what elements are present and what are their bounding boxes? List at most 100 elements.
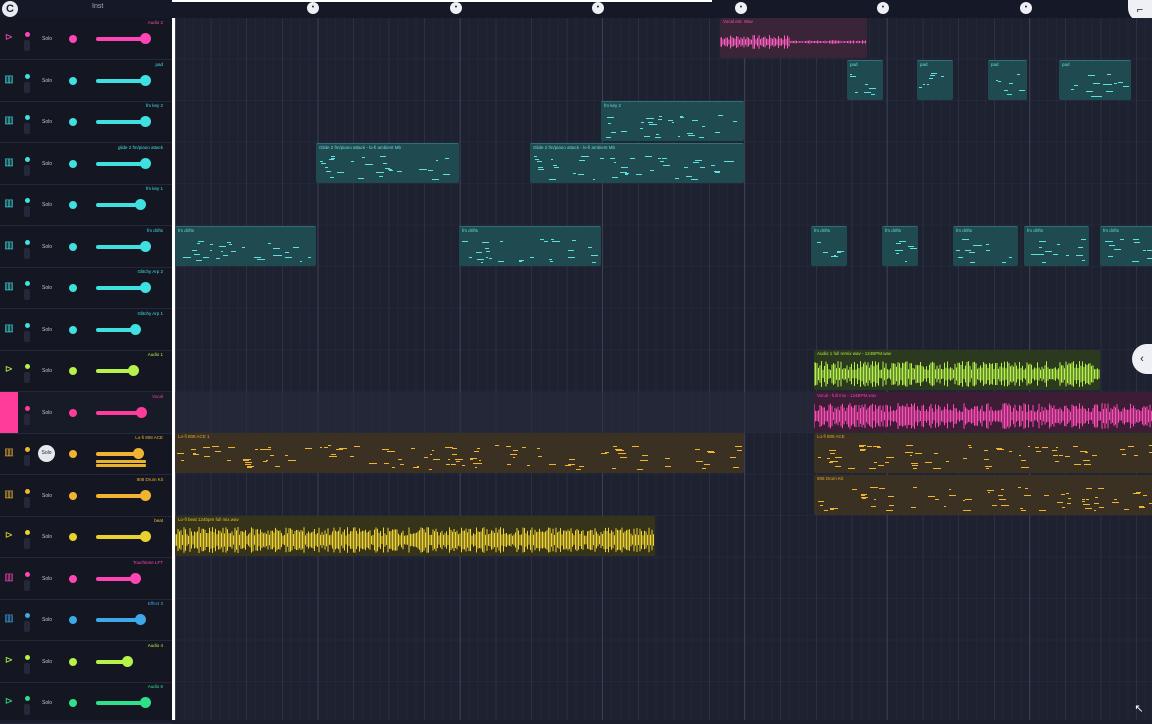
pan-knob[interactable]: [69, 575, 77, 583]
audio-track-icon[interactable]: ⊳: [2, 529, 16, 543]
track-row[interactable]: ▥SoloGlitchy Arp 1: [0, 309, 172, 351]
record-arm-indicator[interactable]: [24, 704, 30, 715]
pan-knob[interactable]: [69, 533, 77, 541]
track-row[interactable]: ▥Sologlide 2 fm/piano attack: [0, 143, 172, 185]
timeline-marker-icon[interactable]: •: [735, 2, 747, 14]
record-arm-indicator[interactable]: [24, 621, 30, 632]
record-arm-indicator[interactable]: [24, 580, 30, 591]
midi-track-icon[interactable]: ▥: [2, 322, 16, 336]
timeline-marker-icon[interactable]: •: [1020, 2, 1032, 14]
track-row[interactable]: ▥SoloTouchtone LFT: [0, 558, 172, 600]
record-arm-indicator[interactable]: [24, 165, 30, 176]
solo-button[interactable]: Solo: [38, 408, 56, 418]
solo-button[interactable]: Solo: [38, 200, 56, 210]
timeline-marker-icon[interactable]: •: [307, 2, 319, 14]
record-arm-indicator[interactable]: [24, 289, 30, 300]
solo-button[interactable]: Solo: [38, 366, 56, 376]
record-arm-indicator[interactable]: [24, 206, 30, 217]
volume-slider-handle[interactable]: [140, 33, 151, 44]
midi-clip[interactable]: fm drifts: [953, 226, 1018, 266]
solo-button[interactable]: Solo: [38, 698, 56, 708]
pan-knob[interactable]: [69, 284, 77, 292]
volume-slider[interactable]: [96, 79, 145, 83]
pan-knob[interactable]: [69, 409, 77, 417]
midi-clip[interactable]: fm drifts: [459, 226, 601, 266]
track-row[interactable]: ▥Solofm key 2: [0, 101, 172, 143]
midi-clip[interactable]: pad: [847, 60, 883, 100]
volume-slider-handle[interactable]: [140, 75, 151, 86]
volume-slider-handle[interactable]: [140, 490, 151, 501]
track-row[interactable]: ▥SoloGlitchy Arp 2: [0, 267, 172, 309]
volume-slider-handle[interactable]: [140, 116, 151, 127]
audio-clip[interactable]: Lo-fi beat 124bpm full mix.wav: [175, 516, 655, 556]
audio-clip[interactable]: Audio 1 full remix wav - 124BPM.wav: [814, 350, 1100, 390]
midi-clip[interactable]: pad: [988, 60, 1027, 100]
audio-track-icon[interactable]: ⊳: [2, 695, 16, 709]
volume-slider-handle[interactable]: [133, 448, 144, 459]
pan-knob[interactable]: [69, 77, 77, 85]
volume-slider[interactable]: [96, 494, 145, 498]
solo-button[interactable]: Solo: [38, 159, 56, 169]
volume-slider-handle[interactable]: [135, 614, 146, 625]
volume-slider-handle[interactable]: [140, 531, 151, 542]
arrow-up-left-icon[interactable]: ↖: [1130, 700, 1148, 718]
midi-clip[interactable]: fm drifts: [811, 226, 847, 266]
volume-slider[interactable]: [96, 120, 145, 124]
audio-track-icon[interactable]: ⊳: [2, 31, 16, 45]
volume-slider[interactable]: [96, 701, 145, 705]
record-arm-indicator[interactable]: [24, 663, 30, 674]
solo-button[interactable]: Solo: [38, 532, 56, 542]
track-row[interactable]: ▥SoloLo-fi 808 ACE: [0, 433, 172, 475]
record-arm-indicator[interactable]: [24, 40, 30, 51]
midi-track-icon[interactable]: ▥: [2, 73, 16, 87]
pan-knob[interactable]: [69, 160, 77, 168]
record-arm-indicator[interactable]: [24, 82, 30, 93]
midi-track-icon[interactable]: ▥: [2, 197, 16, 211]
app-logo-icon[interactable]: C: [2, 1, 18, 17]
record-arm-indicator[interactable]: [24, 123, 30, 134]
solo-button[interactable]: Solo: [38, 574, 56, 584]
audio-track-icon[interactable]: ⊳: [2, 363, 16, 377]
volume-slider-handle[interactable]: [130, 324, 141, 335]
midi-clip[interactable]: fm drifts: [882, 226, 918, 266]
solo-button[interactable]: Solo: [38, 491, 56, 501]
record-arm-indicator[interactable]: [24, 331, 30, 342]
volume-slider-handle[interactable]: [122, 656, 133, 667]
midi-clip[interactable]: fm drifts: [1100, 226, 1152, 266]
track-row[interactable]: ⊳SoloAudio 6: [0, 682, 172, 724]
midi-track-icon[interactable]: ▥: [2, 114, 16, 128]
solo-button[interactable]: Solo: [38, 657, 56, 667]
pan-knob[interactable]: [69, 118, 77, 126]
pan-knob[interactable]: [69, 699, 77, 707]
midi-clip[interactable]: 808 Drum Kit: [814, 475, 1152, 515]
volume-slider-handle[interactable]: [140, 158, 151, 169]
record-arm-indicator[interactable]: [24, 497, 30, 508]
volume-slider[interactable]: [96, 245, 145, 249]
audio-clip[interactable]: Vocal - full mix - 124BPM.wav: [814, 392, 1152, 432]
midi-clip[interactable]: pad: [1059, 60, 1131, 100]
solo-button[interactable]: Solo: [38, 34, 56, 44]
record-arm-indicator[interactable]: [24, 455, 30, 466]
track-row[interactable]: ⊳SoloVocal: [0, 392, 172, 434]
audio-clip[interactable]: Vocal ent. Wav: [720, 18, 867, 58]
midi-clip[interactable]: Glide 2 fm/piano attack - lo-fi ambient …: [316, 143, 459, 183]
volume-slider[interactable]: [96, 535, 145, 539]
solo-button[interactable]: Solo: [38, 283, 56, 293]
solo-button[interactable]: Solo: [38, 325, 56, 335]
midi-track-icon[interactable]: ▥: [2, 280, 16, 294]
volume-slider-handle[interactable]: [135, 199, 146, 210]
volume-slider[interactable]: [96, 411, 141, 415]
midi-track-icon[interactable]: ▥: [2, 156, 16, 170]
track-row[interactable]: ⊳SoloAudio 2: [0, 18, 172, 60]
track-row[interactable]: ▥Solofm key 1: [0, 184, 172, 226]
midi-track-icon[interactable]: ▥: [2, 612, 16, 626]
track-row[interactable]: ⊳SoloAudio 4: [0, 641, 172, 683]
midi-track-icon[interactable]: ▥: [2, 488, 16, 502]
volume-slider-handle[interactable]: [140, 282, 151, 293]
solo-button[interactable]: Solo: [38, 76, 56, 86]
volume-slider-handle[interactable]: [128, 365, 139, 376]
volume-slider-handle[interactable]: [140, 241, 151, 252]
midi-clip[interactable]: Lo-fi 808 ACE: [814, 433, 1152, 473]
volume-slider[interactable]: [96, 618, 140, 622]
timeline-marker-icon[interactable]: •: [450, 2, 462, 14]
